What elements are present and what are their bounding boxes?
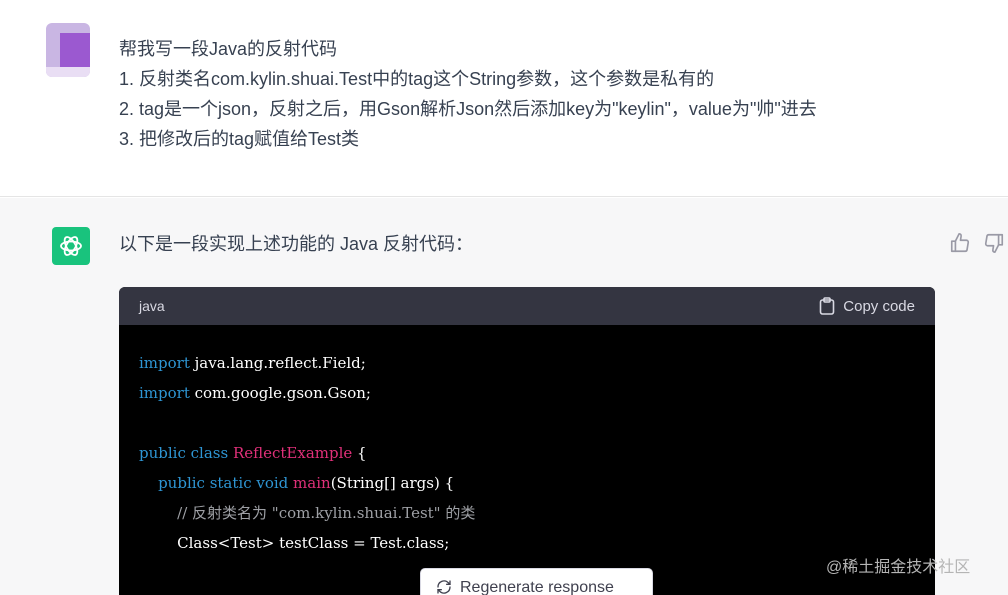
code-line: Class<Test> testClass = Test.class; xyxy=(139,528,915,558)
user-line: 帮我写一段Java的反射代码 xyxy=(119,39,338,59)
code-keyword: import xyxy=(139,354,190,372)
code-keyword: public class xyxy=(139,444,229,462)
refresh-icon xyxy=(437,580,451,594)
copy-code-label: Copy code xyxy=(843,297,915,315)
code-content: import java.lang.reflect.Field; import co… xyxy=(119,325,935,558)
user-line: 2. tag是一个json，反射之后，用Gson解析Json然后添加key为"k… xyxy=(119,99,817,119)
code-line: // 反射类名为 "com.kylin.shuai.Test" 的类 xyxy=(139,498,915,528)
code-line: public static void main(String[] args) { xyxy=(139,468,915,498)
code-text: Class<Test> testClass = Test.class; xyxy=(177,534,450,552)
code-text: (String[] args) { xyxy=(330,474,455,492)
code-comment: // 反射类名为 "com.kylin.shuai.Test" 的类 xyxy=(177,504,476,522)
code-classname: ReflectExample xyxy=(228,444,353,462)
user-line: 3. 把修改后的tag赋值给Test类 xyxy=(119,129,360,149)
regenerate-response-button[interactable]: Regenerate response xyxy=(420,568,653,595)
code-text: com.google.gson.Gson; xyxy=(189,384,371,402)
code-line: public class ReflectExample { xyxy=(139,438,915,468)
code-text: java.lang.reflect.Field; xyxy=(189,354,366,372)
code-line: import java.lang.reflect.Field; xyxy=(139,348,915,378)
code-text: { xyxy=(352,444,367,462)
code-block: java Copy code import java.lang.reflect.… xyxy=(119,287,935,595)
user-message-text: 帮我写一段Java的反射代码 1. 反射类名com.kylin.shuai.Te… xyxy=(119,34,979,154)
thumbs-down-icon[interactable] xyxy=(983,232,1005,254)
watermark: @稀土掘金技术社区 xyxy=(826,559,971,576)
user-line: 1. 反射类名com.kylin.shuai.Test中的tag这个String… xyxy=(119,69,715,89)
code-keyword: public static void xyxy=(158,474,289,492)
code-classname: main xyxy=(288,474,331,492)
user-avatar xyxy=(46,23,90,77)
copy-code-button[interactable]: Copy code xyxy=(819,297,915,315)
code-keyword: import xyxy=(139,384,190,402)
thumbs-up-icon[interactable] xyxy=(949,232,971,254)
assistant-message: 以下是一段实现上述功能的 Java 反射代码： java Copy code i… xyxy=(0,198,1008,595)
code-header: java Copy code xyxy=(119,287,935,325)
regenerate-label: Regenerate response xyxy=(460,579,614,595)
code-line: import com.google.gson.Gson; xyxy=(139,378,915,408)
clipboard-icon xyxy=(819,297,835,315)
openai-logo-icon xyxy=(52,227,90,265)
user-message: 帮我写一段Java的反射代码 1. 反射类名com.kylin.shuai.Te… xyxy=(0,0,1008,197)
code-language-label: java xyxy=(139,298,165,314)
assistant-intro: 以下是一段实现上述功能的 Java 反射代码： xyxy=(119,234,474,254)
